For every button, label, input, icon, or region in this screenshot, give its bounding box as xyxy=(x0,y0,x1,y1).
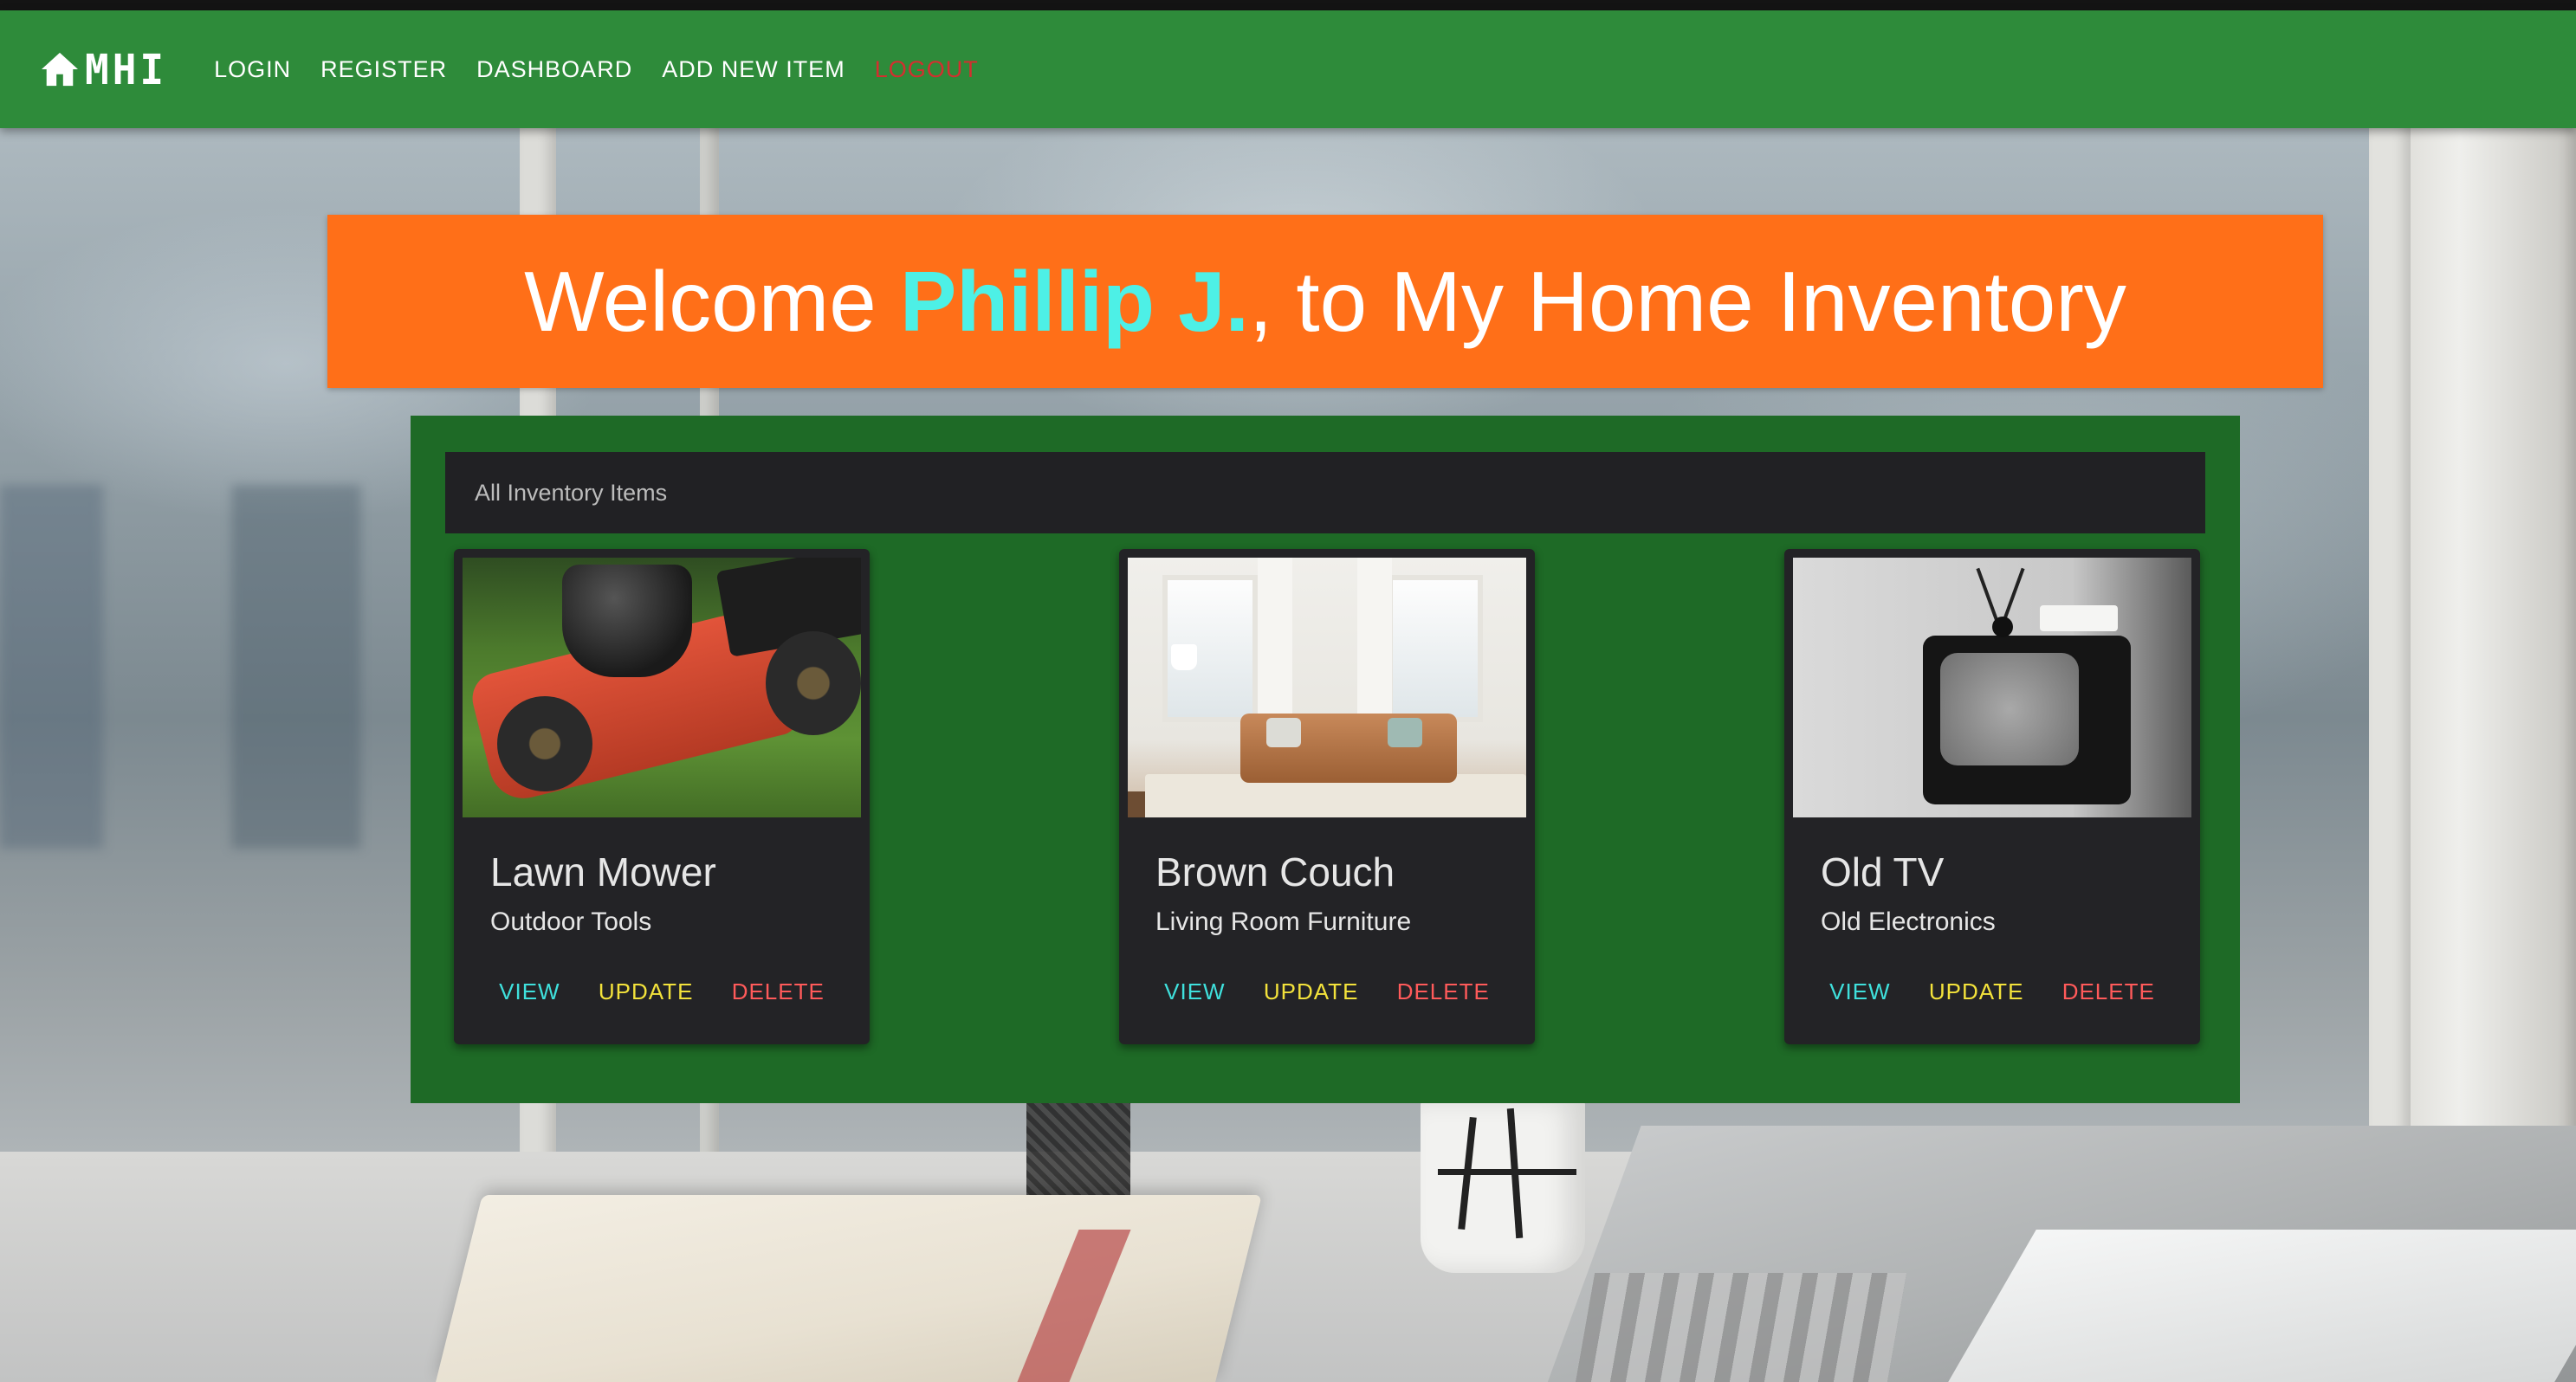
home-icon xyxy=(42,52,78,87)
inventory-panel: All Inventory Items Lawn Mower Outdoor T… xyxy=(411,416,2240,1103)
item-image-brown-couch xyxy=(1128,558,1526,817)
item-category: Old Electronics xyxy=(1821,907,1996,936)
nav-login-link[interactable]: LOGIN xyxy=(214,56,291,83)
item-image-old-tv xyxy=(1793,558,2191,817)
view-button[interactable]: VIEW xyxy=(1829,978,1890,1005)
item-title: Brown Couch xyxy=(1155,849,1395,894)
view-button[interactable]: VIEW xyxy=(499,978,560,1005)
delete-button[interactable]: DELETE xyxy=(2062,978,2155,1005)
brand-text: MHI xyxy=(85,44,168,94)
delete-button[interactable]: DELETE xyxy=(732,978,825,1005)
brand-logo[interactable]: MHI xyxy=(40,43,167,95)
item-category: Living Room Furniture xyxy=(1155,907,1412,936)
panel-header-title: All Inventory Items xyxy=(475,479,668,506)
card-actions: VIEW UPDATE DELETE xyxy=(1119,978,1535,1005)
card-actions: VIEW UPDATE DELETE xyxy=(1784,978,2200,1005)
delete-button[interactable]: DELETE xyxy=(1397,978,1490,1005)
inventory-card: Lawn Mower Outdoor Tools VIEW UPDATE DEL… xyxy=(454,549,870,1044)
top-strip xyxy=(0,0,2576,10)
inventory-card: Brown Couch Living Room Furniture VIEW U… xyxy=(1119,549,1535,1044)
view-button[interactable]: VIEW xyxy=(1164,978,1225,1005)
user-name: Phillip J. xyxy=(899,253,1249,349)
update-button[interactable]: UPDATE xyxy=(1264,978,1359,1005)
nav-add-new-item-link[interactable]: ADD NEW ITEM xyxy=(662,56,845,83)
welcome-suffix: , to My Home Inventory xyxy=(1248,253,2126,349)
nav-dashboard-link[interactable]: DASHBOARD xyxy=(476,56,632,83)
item-category: Outdoor Tools xyxy=(490,907,652,936)
nav-logout-link[interactable]: LOGOUT xyxy=(875,56,979,83)
welcome-prefix: Welcome xyxy=(524,253,900,349)
inventory-card: Old TV Old Electronics VIEW UPDATE DELET… xyxy=(1784,549,2200,1044)
item-title: Lawn Mower xyxy=(490,849,716,894)
update-button[interactable]: UPDATE xyxy=(599,978,694,1005)
item-image-lawn-mower xyxy=(463,558,861,817)
update-button[interactable]: UPDATE xyxy=(1929,978,2024,1005)
panel-header: All Inventory Items xyxy=(445,452,2205,533)
nav-links: LOGIN REGISTER DASHBOARD ADD NEW ITEM LO… xyxy=(214,56,1008,83)
navbar: MHI LOGIN REGISTER DASHBOARD ADD NEW ITE… xyxy=(0,10,2576,128)
card-actions: VIEW UPDATE DELETE xyxy=(454,978,870,1005)
welcome-banner: Welcome Phillip J. , to My Home Inventor… xyxy=(327,215,2323,388)
nav-register-link[interactable]: REGISTER xyxy=(320,56,447,83)
item-title: Old TV xyxy=(1821,849,1945,894)
